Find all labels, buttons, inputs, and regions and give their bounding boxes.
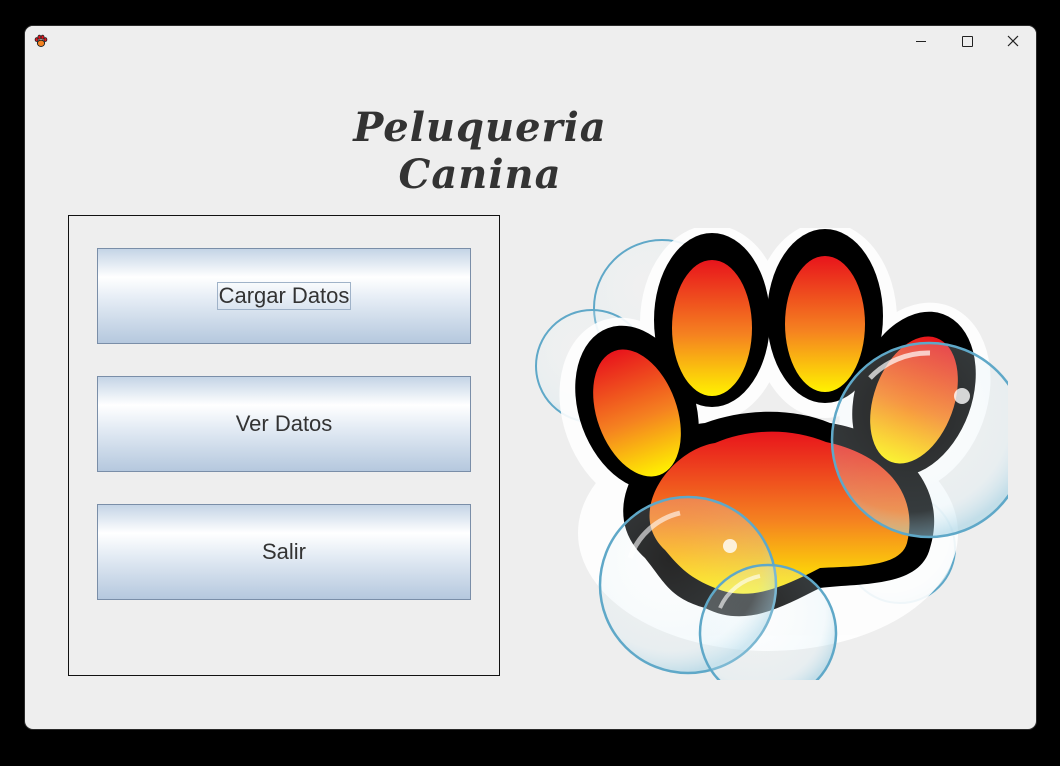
paw-with-bubbles-image — [535, 228, 1008, 680]
maximize-button[interactable] — [944, 26, 990, 56]
ver-datos-button[interactable]: Ver Datos — [97, 376, 471, 472]
minimize-button[interactable] — [898, 26, 944, 56]
button-label: Salir — [261, 539, 306, 564]
title-bar — [25, 26, 1036, 56]
page-title: Peluqueria Canina — [353, 104, 607, 198]
app-window: Peluqueria Canina Cargar Datos Ver Datos… — [25, 26, 1036, 729]
button-label: Cargar Datos — [216, 282, 352, 310]
button-label: Ver Datos — [235, 411, 333, 436]
cargar-datos-button[interactable]: Cargar Datos — [97, 248, 471, 344]
minimize-icon — [916, 40, 926, 42]
maximize-icon — [961, 35, 973, 47]
close-button[interactable] — [990, 26, 1036, 56]
close-icon — [1007, 35, 1019, 47]
paw-app-icon — [34, 34, 48, 48]
menu-panel: Cargar Datos Ver Datos Salir — [68, 215, 500, 676]
salir-button[interactable]: Salir — [97, 504, 471, 600]
